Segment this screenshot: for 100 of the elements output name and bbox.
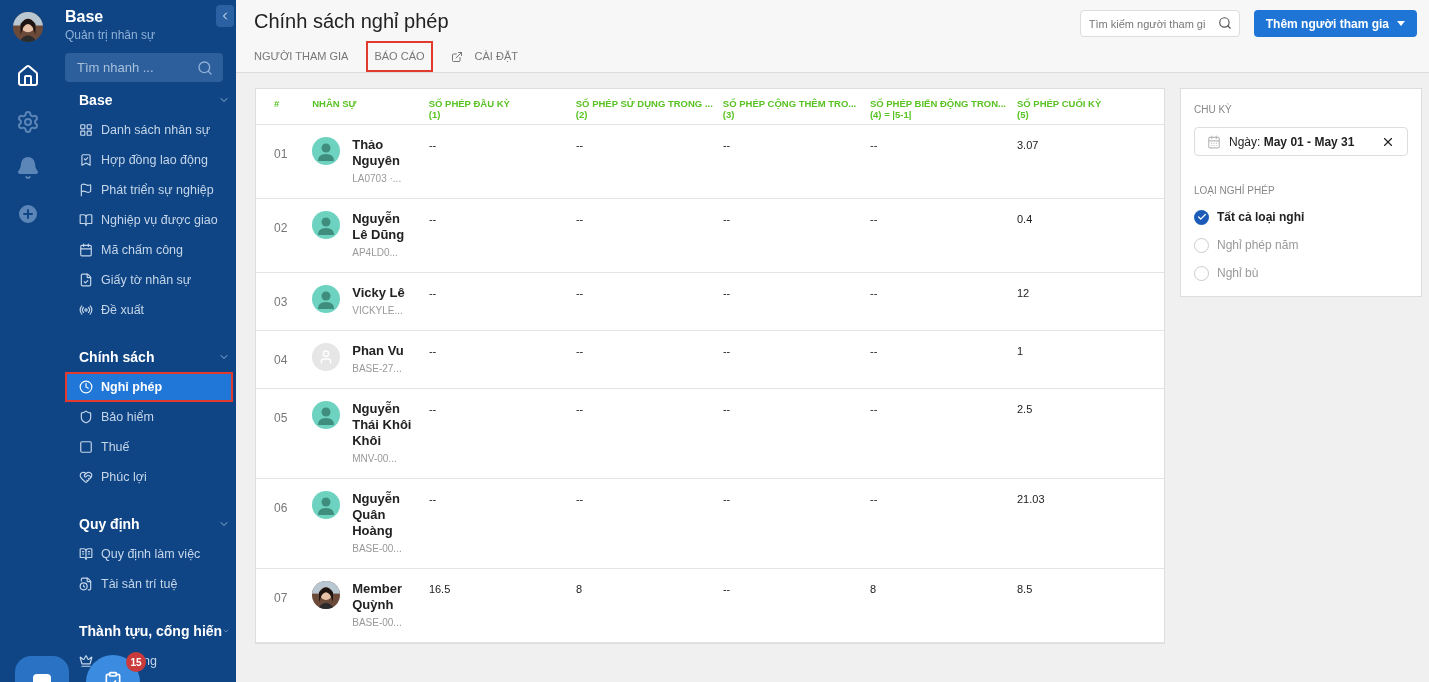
sidebar-item[interactable]: Nghỉ phép (65, 372, 233, 402)
table-cell-text: 8 (869, 582, 878, 597)
add-participant-button[interactable]: Thêm người tham gia (1253, 10, 1417, 37)
column-header: SỐ PHÉP SỬ DỤNG TRONG ... (2) (575, 98, 714, 122)
flag-icon (79, 183, 93, 197)
employee-name[interactable]: Phan Vu (352, 343, 413, 359)
row-number: 02 (273, 220, 289, 237)
employee-code: BASE-00... (352, 542, 403, 556)
column-header: # (273, 98, 281, 111)
sidebar-item[interactable]: Bảo hiểm (65, 402, 233, 432)
table-cell-text: -- (428, 138, 438, 153)
sidebar-item[interactable]: Giấy tờ nhân sự (65, 265, 233, 295)
row-number: 07 (273, 590, 289, 607)
page-title: Chính sách nghỉ phép (254, 9, 450, 33)
home-icon[interactable] (16, 64, 40, 88)
column-header: SỐ PHÉP ĐẦU KỲ (1) (428, 98, 511, 122)
sidebar-item[interactable]: Quy định làm việc (65, 539, 233, 569)
row-number: 03 (273, 294, 289, 311)
sidebar-item[interactable]: Mã chấm công (65, 235, 233, 265)
check-icon (1196, 212, 1207, 222)
employee-code: VICKYLE... (352, 304, 404, 318)
document-icon (79, 273, 93, 287)
table-cell-text: -- (722, 582, 732, 597)
sidebar-item[interactable]: Tài sản trí tuệ (65, 569, 233, 599)
sidebar-item[interactable]: Nghiệp vụ được giao (65, 205, 233, 235)
column-header: SỐ PHÉP CUỐI KỲ (5) (1016, 98, 1103, 122)
section-title: Thành tựu, cống hiến (79, 621, 223, 641)
sidebar-item[interactable]: Phúc lợi (65, 462, 233, 492)
employee-name[interactable]: Vicky Lê (352, 285, 413, 301)
clock-icon (79, 380, 93, 394)
table-cell-text: -- (575, 138, 585, 153)
shield-icon (79, 410, 93, 424)
section-title: Base (79, 90, 113, 110)
row-number: 04 (273, 352, 289, 369)
search-field[interactable]: Tìm kiếm người tham gi (1079, 10, 1240, 37)
table-cell-text: -- (575, 492, 585, 507)
table-cell-text: -- (869, 402, 879, 417)
avatar-icon (312, 401, 341, 429)
sidebar-item[interactable]: Hợp đồng lao động (65, 145, 233, 175)
table-cell-text: 21.03 (1017, 492, 1046, 507)
sidebar-item[interactable]: Phát triển sự nghiệp (65, 175, 233, 205)
tab[interactable]: BÁO CÁO (366, 41, 433, 72)
table-cell-text: 8.5 (1017, 582, 1034, 597)
search-field[interactable]: Tìm nhanh ... (65, 53, 223, 82)
section-title: Chính sách (79, 347, 155, 367)
radio-option[interactable]: Tất cả loại nghỉ (1194, 208, 1408, 226)
add-icon[interactable] (16, 202, 40, 226)
bell-icon[interactable] (16, 156, 40, 180)
table-cell-text: -- (575, 212, 585, 227)
search-icon[interactable] (1217, 16, 1232, 30)
avatar-icon (312, 491, 341, 519)
employee-code: MNV-00... (352, 452, 398, 466)
employee-name[interactable]: Thảo Nguyên (352, 137, 413, 169)
search-icon[interactable] (197, 60, 213, 76)
table-cell-text: 2.5 (1017, 402, 1034, 417)
brand-name: Base (65, 7, 105, 27)
brand-subtitle: Quản trị nhân sự (65, 27, 156, 43)
table-cell-text: -- (428, 492, 438, 507)
table-cell-text: -- (722, 492, 732, 507)
tab[interactable]: NGƯỜI THAM GIA (246, 41, 357, 72)
row-number: 06 (273, 500, 289, 517)
sidebar-item[interactable]: Thuế (65, 432, 233, 462)
document-icon (79, 577, 93, 591)
table-cell-text: -- (869, 344, 879, 359)
calendar-icon (79, 243, 93, 257)
caret-icon (1397, 21, 1405, 26)
table-cell-text: -- (428, 286, 438, 301)
employee-name[interactable]: Member Quỳnh (352, 581, 413, 613)
employee-name[interactable]: Nguyễn Thái Khôi Khôi (352, 401, 413, 449)
section-title: Quy định (79, 514, 140, 534)
employee-name[interactable]: Nguyễn Lê Dũng (352, 211, 413, 243)
notification-badge: 15 (126, 652, 146, 672)
column-header: NHÂN SỰ (312, 98, 358, 111)
table-cell-text: 8 (575, 582, 584, 597)
avatar-icon (312, 211, 341, 239)
column-header: SỐ PHÉP BIẾN ĐỘNG TRON... (4) = |5-1| (869, 98, 1007, 122)
employee-code: LA0703 ·... (352, 172, 403, 186)
broadcast-icon (79, 303, 93, 317)
settings-icon[interactable] (16, 110, 40, 134)
date-range-field[interactable]: Ngày: May 01 - May 31 (1194, 127, 1408, 156)
table-cell-text: -- (575, 286, 585, 301)
employee-name[interactable]: Nguyễn Quân Hoàng (352, 491, 413, 539)
sidebar-item[interactable]: Đề xuất (65, 295, 233, 325)
table-cell-text: 3.07 (1017, 138, 1040, 153)
table-cell-text: -- (575, 344, 585, 359)
table-cell-text: -- (869, 138, 879, 153)
tab[interactable]: CÀI ĐẶT (442, 41, 526, 72)
row-number: 01 (273, 146, 289, 163)
collapse-button[interactable] (216, 5, 234, 27)
table-cell-text: -- (722, 138, 732, 153)
sidebar-item[interactable]: Danh sách nhân sự (65, 115, 233, 145)
table-cell-text: -- (722, 402, 732, 417)
table-cell-text: -- (869, 212, 879, 227)
employee-code: BASE-00... (352, 616, 403, 630)
table-cell-text: -- (869, 286, 879, 301)
filter-label: LOẠI NGHỈ PHÉP (1194, 183, 1276, 198)
frame-icon (79, 440, 93, 454)
crown-icon (79, 654, 93, 668)
grid-icon (79, 123, 93, 137)
row-number: 05 (273, 410, 289, 427)
